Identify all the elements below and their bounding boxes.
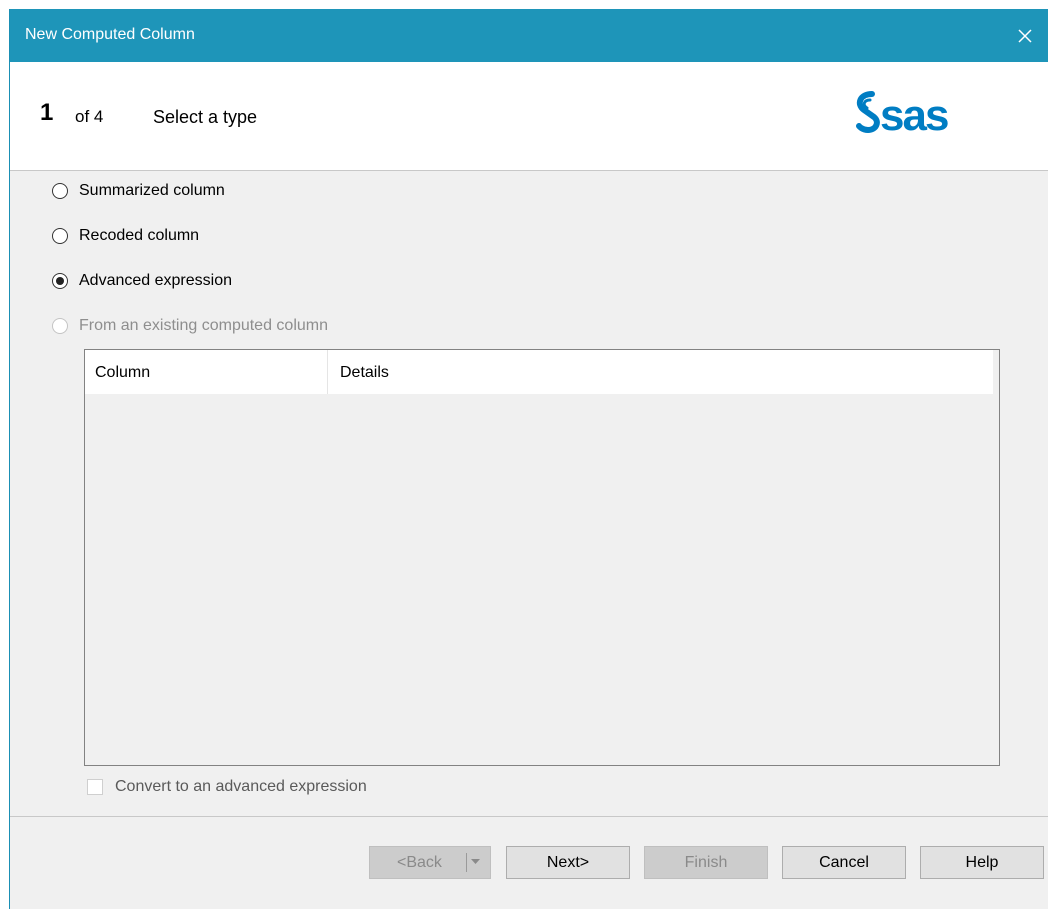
convert-checkbox-row: Convert to an advanced expression xyxy=(87,778,367,796)
footer-separator xyxy=(10,816,1048,817)
cancel-button-label: Cancel xyxy=(819,853,869,871)
svg-text:sas: sas xyxy=(880,91,948,140)
close-icon xyxy=(1018,28,1032,43)
cancel-button[interactable]: Cancel xyxy=(782,846,906,879)
wizard-header: 1 of 4 Select a type sas xyxy=(10,62,1048,171)
radio-button[interactable] xyxy=(52,228,68,244)
radio-existing-computed-column: From an existing computed column xyxy=(52,317,328,335)
radio-label: Advanced expression xyxy=(79,272,232,289)
help-button-label: Help xyxy=(965,853,999,871)
radio-summarized-column[interactable]: Summarized column xyxy=(52,182,225,200)
title-bar: New Computed Column xyxy=(10,9,1048,62)
radio-button xyxy=(52,318,68,334)
convert-checkbox-label: Convert to an advanced expression xyxy=(115,778,367,795)
radio-label: Summarized column xyxy=(79,182,225,199)
radio-button[interactable] xyxy=(52,183,68,199)
radio-selected-dot xyxy=(56,277,64,285)
radio-label: From an existing computed column xyxy=(79,317,328,334)
step-number: 1 xyxy=(40,99,54,126)
back-button: <Back xyxy=(369,846,491,879)
window-title: New Computed Column xyxy=(25,26,195,43)
column-header-label: Details xyxy=(340,364,389,381)
radio-button-selected[interactable] xyxy=(52,273,68,289)
radio-label: Recoded column xyxy=(79,227,200,244)
dialog-window: New Computed Column 1 of 4 Select a type… xyxy=(9,9,1048,909)
close-button[interactable] xyxy=(1002,9,1048,62)
next-button[interactable]: Next> xyxy=(506,846,630,879)
computed-columns-list[interactable]: Column Details xyxy=(84,349,1000,766)
finish-button-label: Finish xyxy=(684,853,728,871)
radio-recoded-column[interactable]: Recoded column xyxy=(52,227,199,245)
chevron-down-icon xyxy=(471,859,480,864)
step-title: Select a type xyxy=(153,107,258,127)
column-header-label: Column xyxy=(95,364,151,381)
split-divider xyxy=(466,853,467,872)
next-button-label: Next> xyxy=(546,853,590,871)
help-button[interactable]: Help xyxy=(920,846,1044,879)
finish-button: Finish xyxy=(644,846,768,879)
sas-logo: sas xyxy=(856,91,950,140)
column-header-column[interactable]: Column xyxy=(85,350,328,394)
list-header: Column Details xyxy=(85,350,993,394)
radio-advanced-expression[interactable]: Advanced expression xyxy=(52,272,232,290)
convert-checkbox xyxy=(87,779,103,795)
back-button-label: <Back xyxy=(397,853,442,871)
step-count: of 4 xyxy=(75,107,104,126)
